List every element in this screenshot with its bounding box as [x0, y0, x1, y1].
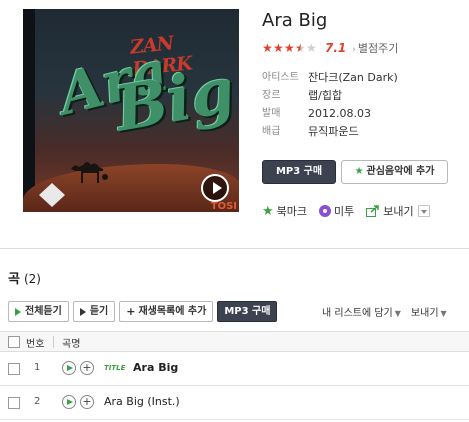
send-button[interactable]: 보내기: [366, 203, 430, 219]
rating-stars: ★ ★ ★ ★ ★: [262, 41, 317, 55]
send-tracks-label: 보내기: [410, 308, 439, 319]
cover-corner-text: TOSI: [210, 201, 237, 212]
header-no: 번호: [26, 339, 45, 350]
star-icon: ★: [284, 41, 295, 55]
track-name-link[interactable]: Ara Big: [133, 361, 178, 374]
info-row-genre: 장르 랩/힙합: [262, 87, 462, 105]
cover-spine: [23, 9, 35, 212]
cover-title-word2: Big: [109, 53, 239, 146]
track-table-header: 번호 곡명: [0, 331, 469, 352]
send-tracks-dropdown[interactable]: 보내기 ▼: [411, 304, 447, 319]
plus-icon: +: [126, 305, 136, 318]
chevron-down-icon: ▼: [440, 309, 447, 318]
release-date: 2012.08.03: [308, 107, 371, 120]
info-row-release: 발매 2012.08.03: [262, 105, 462, 123]
table-row: 1 + TITLE Ara Big: [0, 352, 469, 386]
play-all-button[interactable]: 전체듣기: [8, 301, 69, 322]
track-number: 1: [34, 362, 41, 373]
album-info: 아티스트 잔다크(Zan Dark) 장르 랩/힙합 발매 2012.08.03…: [262, 69, 462, 141]
bookmark-button[interactable]: ★ 북마크: [262, 203, 307, 219]
metoo-button[interactable]: 미투: [319, 203, 354, 219]
distributor-value: 뮤직파운드: [308, 125, 359, 138]
buy-mp3-tracks-button[interactable]: MP3 구매: [217, 301, 278, 322]
track-add-button[interactable]: +: [80, 395, 94, 409]
star-icon: ★: [354, 166, 364, 177]
metoo-label: 미투: [334, 205, 355, 218]
metoo-icon: [319, 205, 332, 217]
tracks-heading-label: 곡: [8, 272, 20, 287]
chevron-right-icon: ›: [352, 45, 356, 55]
info-label: 발매: [262, 108, 281, 119]
track-toolbar-links: 내 리스트에 담기 ▼ 보내기 ▼: [322, 301, 457, 322]
bookmark-label: 북마크: [276, 205, 308, 218]
section-divider: [0, 248, 469, 249]
star-icon: ★: [273, 41, 284, 55]
track-play-button[interactable]: [62, 361, 76, 375]
album-cover[interactable]: ZAN DARK Ara Big TOSI: [23, 9, 239, 212]
track-name-link[interactable]: Ara Big (Inst.): [104, 395, 180, 408]
send-dropdown-icon[interactable]: [417, 205, 430, 217]
header-separator: [53, 336, 54, 348]
track-checkbox[interactable]: [8, 363, 20, 375]
play-all-label: 전체듣기: [25, 306, 62, 317]
add-favorite-button[interactable]: ★ 관심음악에 추가: [341, 160, 448, 184]
rating-row: ★ ★ ★ ★ ★ 7.1 › 별점주기: [262, 41, 398, 55]
track-toolbar: 전체듣기 듣기 + 재생목록에 추가 MP3 구매: [8, 301, 281, 322]
rating-score: 7.1: [325, 41, 347, 55]
artist-link[interactable]: 잔다크(Zan Dark): [308, 69, 398, 87]
my-list-dropdown[interactable]: 내 리스트에 담기 ▼: [322, 304, 401, 319]
info-row-artist: 아티스트 잔다크(Zan Dark): [262, 69, 462, 87]
info-row-distributor: 배급 뮤직파운드: [262, 123, 462, 141]
track-play-button[interactable]: [62, 395, 76, 409]
add-playlist-label: 재생목록에 추가: [138, 306, 207, 317]
cover-play-button[interactable]: [201, 174, 229, 202]
add-playlist-button[interactable]: + 재생목록에 추가: [119, 301, 214, 322]
camel-illustration: [71, 162, 108, 183]
social-actions: ★ 북마크 미투 보내기: [262, 203, 442, 219]
info-label: 아티스트: [262, 72, 299, 83]
track-add-button[interactable]: +: [80, 361, 94, 375]
chevron-down-icon: ▼: [394, 309, 401, 318]
tracks-heading: 곡 (2): [8, 268, 41, 287]
send-label: 보내기: [383, 205, 414, 218]
table-row: 2 + Ara Big (Inst.): [0, 386, 469, 420]
play-selected-button[interactable]: 듣기: [72, 301, 116, 322]
rate-link-label: 별점주기: [357, 42, 399, 55]
buy-mp3-button[interactable]: MP3 구매: [262, 160, 336, 184]
album-title: Ara Big: [262, 10, 328, 31]
tracks-count: (2): [23, 272, 41, 286]
star-icon: ★: [262, 41, 273, 55]
play-icon: [79, 307, 86, 316]
play-label: 듣기: [89, 306, 109, 317]
select-all-checkbox[interactable]: [8, 336, 20, 348]
rate-link[interactable]: › 별점주기: [352, 40, 398, 56]
header-name: 곡명: [62, 339, 81, 350]
bookmark-star-icon: ★: [262, 203, 274, 219]
play-icon: [15, 307, 21, 316]
title-track-badge: TITLE: [104, 364, 126, 372]
star-empty-icon: ★: [306, 41, 317, 55]
info-label: 배급: [262, 126, 281, 137]
share-icon: [366, 205, 380, 217]
track-checkbox[interactable]: [8, 397, 20, 409]
star-half-icon: ★: [295, 41, 306, 55]
add-favorite-label: 관심음악에 추가: [366, 166, 435, 177]
track-number: 2: [34, 396, 41, 407]
genre-value: 랩/힙합: [308, 89, 343, 102]
my-list-label: 내 리스트에 담기: [322, 308, 393, 319]
info-label: 장르: [262, 90, 281, 101]
